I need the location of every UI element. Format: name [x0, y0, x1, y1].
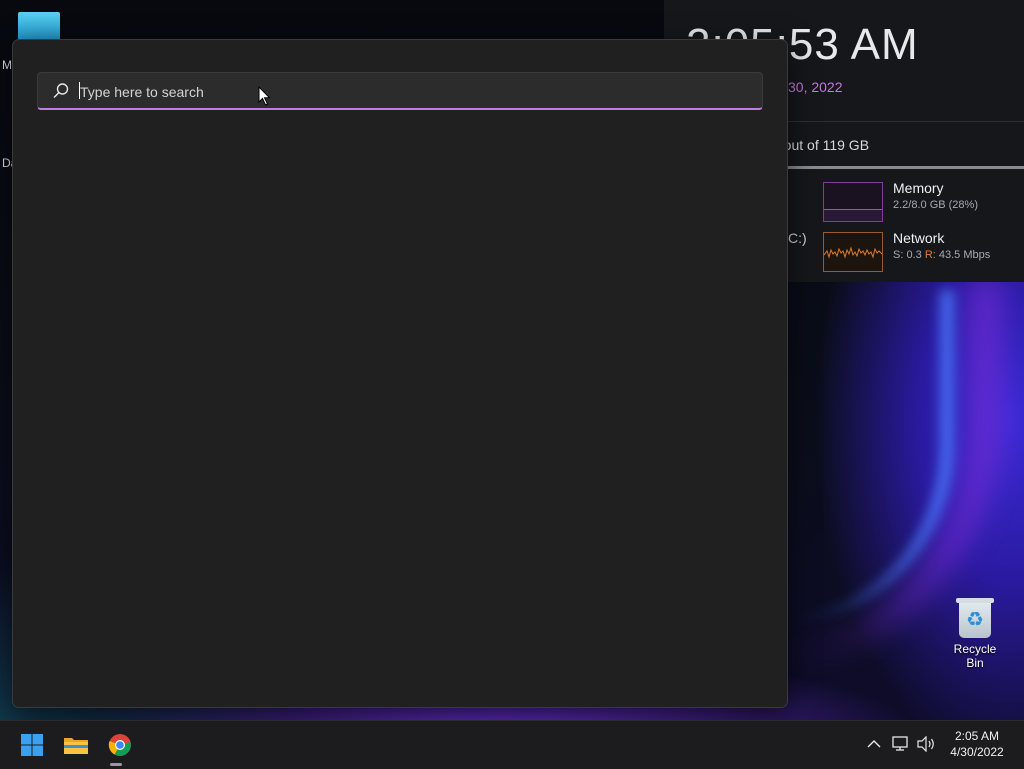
network-icon[interactable] — [891, 734, 911, 754]
chrome-icon — [108, 734, 131, 756]
network-send-label: S: — [893, 249, 904, 261]
search-panel — [12, 39, 788, 708]
search-box[interactable] — [37, 72, 763, 110]
recycle-bin-icon[interactable]: ♻ — [956, 598, 994, 638]
drive-label: C:) — [788, 230, 807, 246]
desktop-icon-label[interactable]: M — [2, 58, 12, 72]
windows-logo-icon — [21, 734, 43, 756]
memory-graph — [823, 182, 883, 222]
taskbar: 2:05 AM 4/30/2022 — [0, 720, 1024, 769]
taskbar-clock[interactable]: 2:05 AM 4/30/2022 — [944, 728, 1010, 760]
taskbar-time[interactable]: 2:05 AM — [944, 728, 1010, 744]
start-button[interactable] — [12, 725, 52, 765]
chrome-button[interactable] — [100, 725, 140, 765]
network-recv-label: R: — [924, 249, 936, 261]
memory-detail: 2.2/8.0 GB (28%) — [893, 199, 978, 211]
file-explorer-button[interactable] — [56, 725, 96, 765]
running-app-indicator — [110, 763, 122, 766]
network-recv-value: 43.5 Mbps — [938, 249, 991, 261]
show-hidden-icons-chevron-icon[interactable] — [864, 734, 884, 754]
network-graph — [823, 232, 883, 272]
folder-icon — [64, 738, 88, 754]
network-detail: S: 0.3 R: 43.5 Mbps — [893, 249, 990, 261]
network-graph-line — [824, 246, 882, 259]
desktop-shortcut-icon[interactable] — [18, 12, 60, 42]
widget-date: 30, 2022 — [788, 79, 843, 95]
search-icon — [53, 83, 69, 99]
memory-title: Memory — [893, 180, 944, 196]
search-input[interactable] — [78, 79, 742, 105]
recycle-bin-label[interactable]: Recycle Bin — [944, 642, 1006, 670]
mouse-cursor-icon — [258, 86, 271, 106]
memory-graph-fill — [824, 209, 882, 221]
network-title: Network — [893, 230, 945, 246]
volume-icon[interactable] — [916, 734, 936, 754]
recycle-bin[interactable]: ♻ Recycle Bin — [944, 598, 1006, 670]
network-send-value: 0.3 — [906, 249, 922, 261]
taskbar-date[interactable]: 4/30/2022 — [944, 744, 1010, 760]
text-caret — [79, 82, 80, 99]
